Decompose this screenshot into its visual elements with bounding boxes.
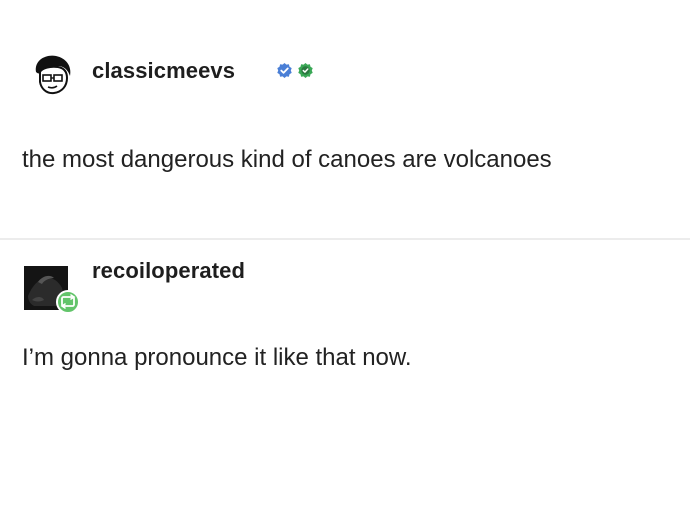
- green-reblog-badge-icon: [56, 290, 80, 314]
- username[interactable]: classicmeevs: [92, 58, 235, 84]
- post-body-text: I’m gonna pronounce it like that now.: [22, 344, 412, 371]
- post-recoiloperated: recoiloperated I’m gonna pronounce it li…: [0, 240, 690, 507]
- blue-verified-badge-icon[interactable]: [276, 62, 293, 79]
- username[interactable]: recoiloperated: [92, 258, 245, 284]
- green-check-badge-icon[interactable]: [297, 62, 314, 79]
- avatar-classicmeevs[interactable]: [30, 52, 74, 96]
- cartoon-face-avatar-icon: [35, 55, 71, 95]
- badge-group: [276, 62, 314, 79]
- dark-photo-avatar-icon: [24, 266, 80, 314]
- post-classicmeevs: classicmeevs the most dangerous kind of …: [0, 0, 690, 238]
- avatar-recoiloperated[interactable]: [24, 266, 80, 314]
- post-body-text: the most dangerous kind of canoes are vo…: [22, 146, 552, 173]
